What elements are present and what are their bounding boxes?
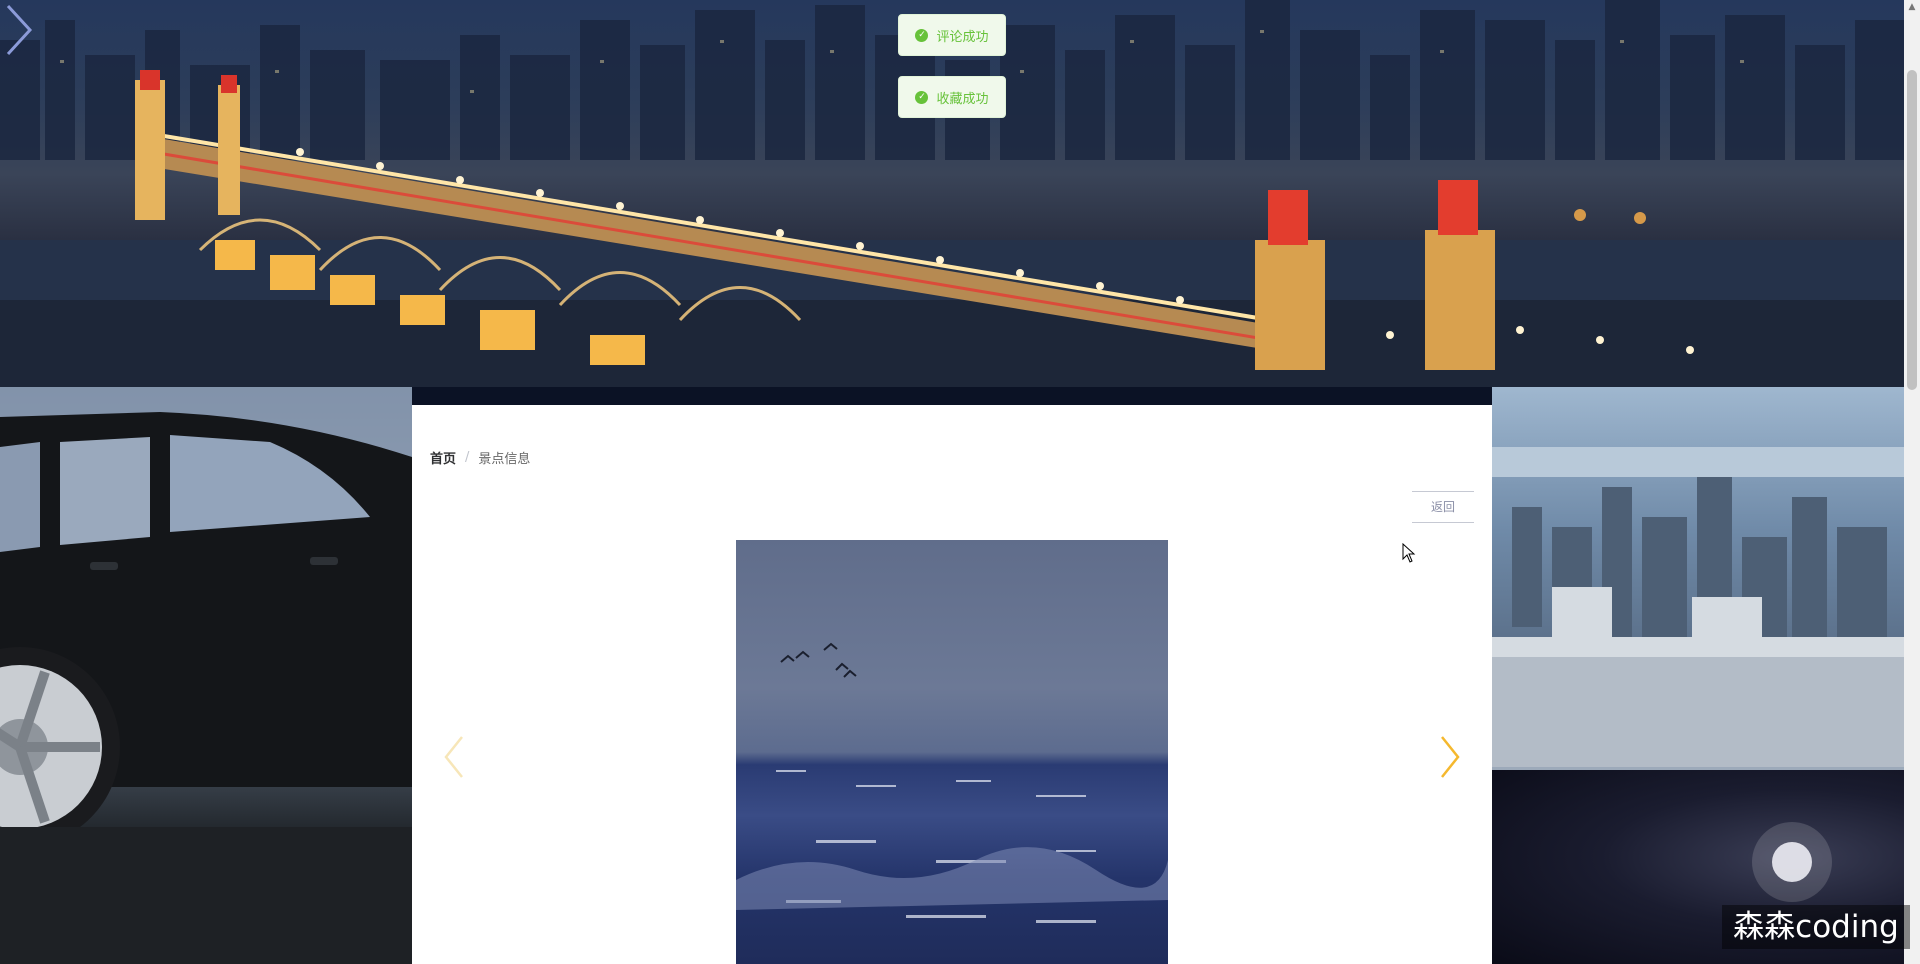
carousel-next-arrow-icon[interactable] (1438, 735, 1462, 779)
banner-next-arrow-icon[interactable] (0, 0, 40, 60)
left-background-image (0, 387, 412, 964)
mouse-cursor-icon (1402, 543, 1416, 563)
breadcrumb-separator: / (465, 450, 470, 465)
scroll-up-arrow-icon[interactable]: ▲ (1904, 0, 1920, 14)
comment-success-toast: ✓ 评论成功 (898, 14, 1006, 56)
content-panel: 首页 / 景点信息 返回 (412, 405, 1492, 964)
carousel-prev-arrow-icon[interactable] (442, 735, 466, 779)
check-circle-icon: ✓ (915, 28, 929, 42)
toast-message: 评论成功 (936, 29, 989, 45)
header-banner (0, 0, 1904, 387)
banner-image (0, 0, 1904, 387)
breadcrumb-home-link[interactable]: 首页 (430, 448, 456, 467)
breadcrumb: 首页 / 景点信息 (430, 448, 530, 467)
check-circle-icon: ✓ (915, 90, 929, 104)
toast-message: 收藏成功 (936, 91, 989, 107)
favorite-success-toast: ✓ 收藏成功 (898, 76, 1006, 118)
breadcrumb-current: 景点信息 (478, 452, 531, 467)
scrollbar-thumb[interactable] (1907, 70, 1917, 390)
carousel-image (736, 540, 1168, 964)
back-button[interactable]: 返回 (1412, 491, 1474, 523)
watermark: 森森coding (1722, 905, 1910, 949)
